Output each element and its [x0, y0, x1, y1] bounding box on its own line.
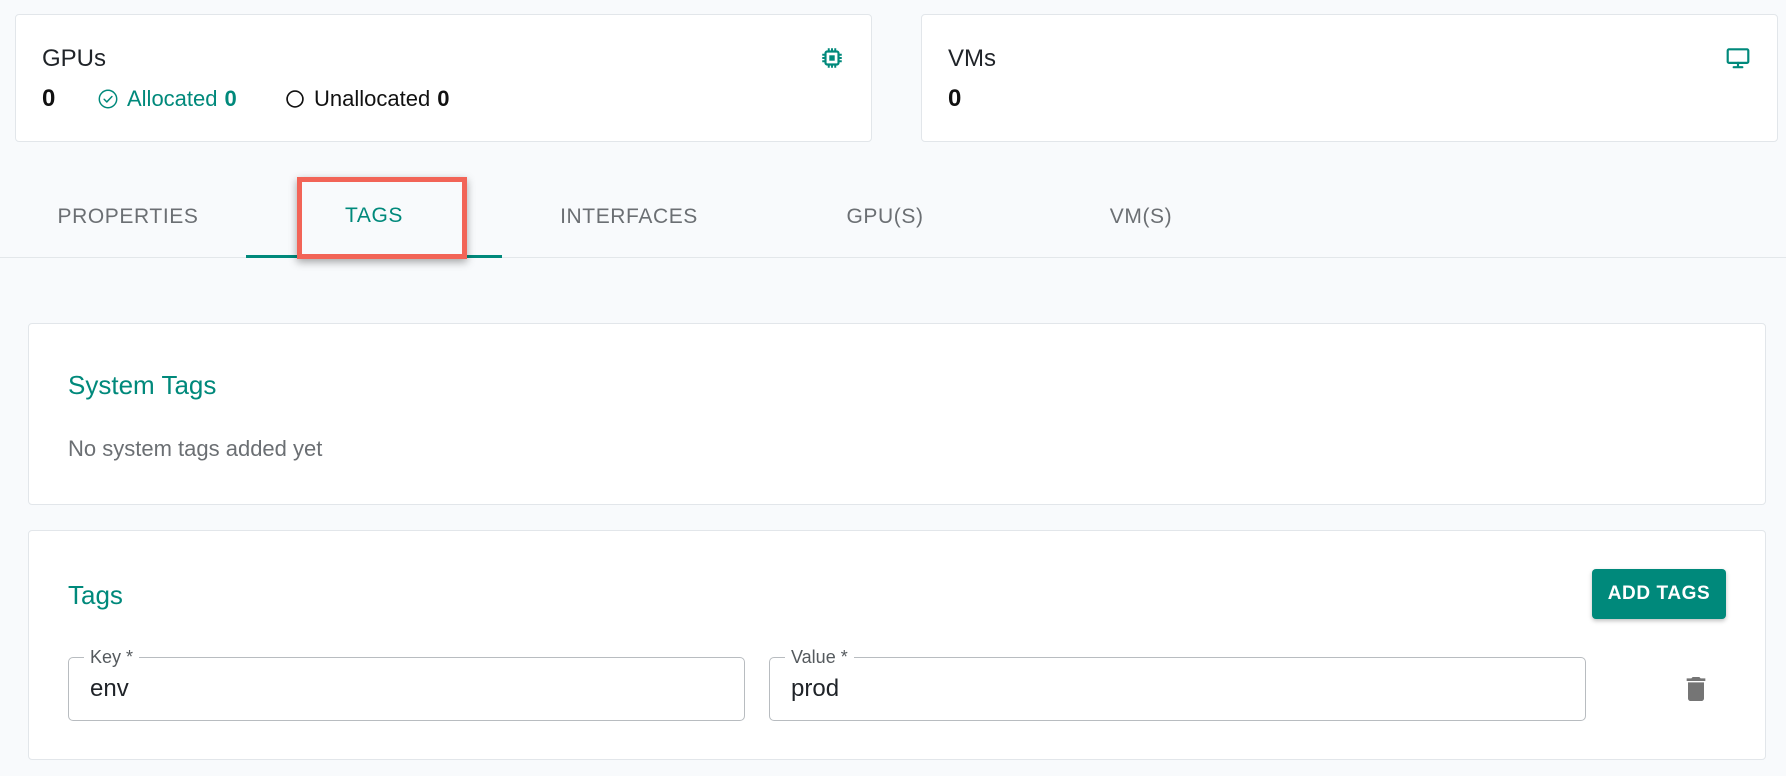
gpus-unallocated: Unallocated 0	[285, 85, 449, 113]
tab-interfaces[interactable]: INTERFACES	[501, 176, 757, 258]
tags-title: Tags	[68, 580, 123, 610]
unallocated-label: Unallocated	[314, 86, 431, 111]
trash-icon	[1686, 677, 1706, 701]
system-tags-title: System Tags	[68, 370, 217, 400]
tab-properties[interactable]: PROPERTIES	[0, 176, 256, 258]
allocated-count: 0	[224, 86, 237, 111]
vms-count: 0	[948, 85, 962, 112]
system-tags-panel: System Tags No system tags added yet	[28, 323, 1766, 505]
tags-panel: Tags ADD TAGS Key * Value *	[28, 530, 1766, 760]
system-tags-empty-message: No system tags added yet	[68, 436, 323, 461]
vms-card-title: VMs	[948, 45, 996, 72]
check-circle-icon	[98, 89, 118, 109]
detail-tabs: PROPERTIES TAGS INTERFACES GPU(S) VM(S)	[0, 176, 1786, 258]
gpus-card-title: GPUs	[42, 45, 107, 72]
unallocated-count: 0	[437, 86, 450, 111]
tab-tags[interactable]: TAGS	[246, 176, 502, 258]
tag-value-input[interactable]	[791, 673, 1564, 705]
gpus-count: 0	[42, 85, 56, 112]
empty-circle-icon	[286, 90, 304, 108]
tag-key-label: Key *	[84, 646, 140, 668]
monitor-icon	[1725, 45, 1751, 71]
tag-value-field[interactable]: Value *	[769, 646, 1586, 721]
allocated-label: Allocated	[127, 86, 218, 111]
tag-value-label: Value *	[785, 646, 854, 668]
gpus-allocated: Allocated 0	[97, 85, 237, 113]
tag-key-input[interactable]	[90, 673, 723, 705]
delete-tag-button[interactable]	[1680, 673, 1712, 705]
vms-summary-card: VMs 0	[921, 14, 1778, 142]
tab-gpus[interactable]: GPU(S)	[757, 176, 1013, 258]
tag-key-field[interactable]: Key *	[68, 646, 745, 721]
chip-icon	[819, 45, 845, 71]
tab-vms[interactable]: VM(S)	[1013, 176, 1269, 258]
gpus-summary-card: GPUs 0 Allocated 0 Unallocated 0	[15, 14, 872, 142]
add-tags-button[interactable]: ADD TAGS	[1592, 569, 1726, 619]
